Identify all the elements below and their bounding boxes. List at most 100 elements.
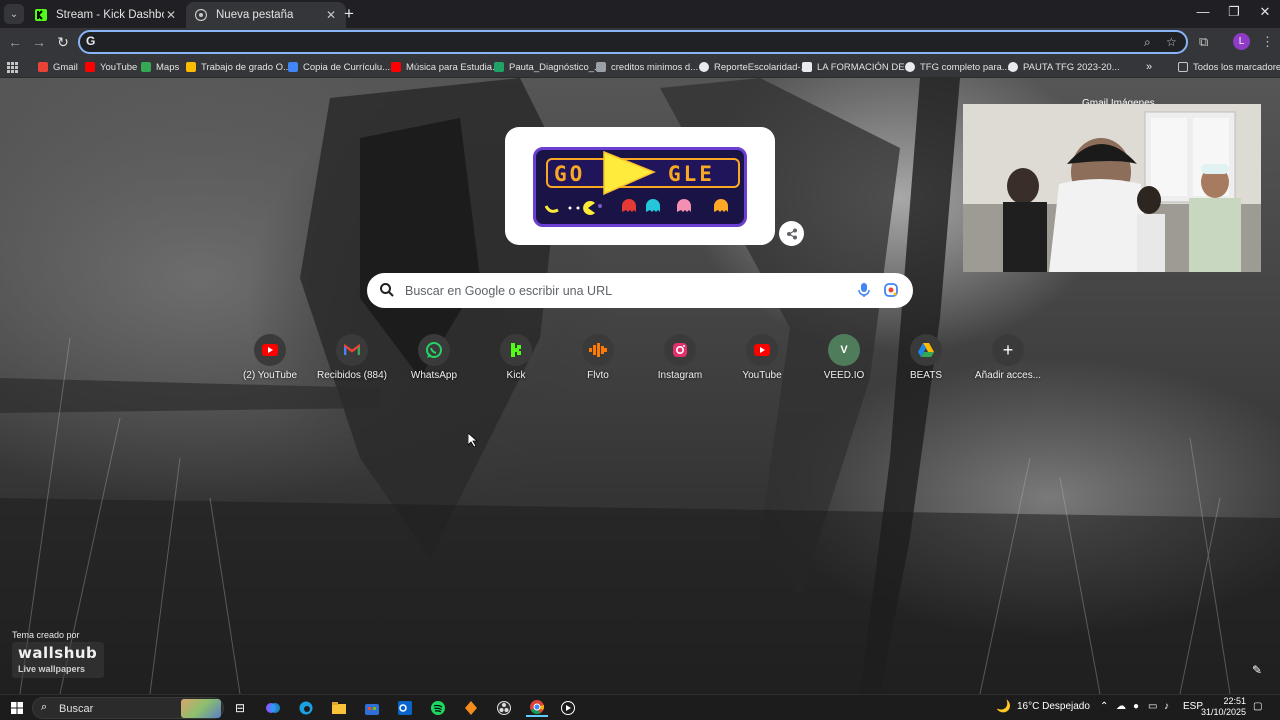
tab-title: Nueva pestaña (216, 9, 294, 21)
windows-taskbar: ⌕ Buscar ⊟ 🌙 16°C Despejado ⌃ ☁ ● ▭ ♪ ES… (0, 694, 1280, 720)
menu-icon[interactable]: ⋮ (1261, 34, 1274, 50)
chevron-up-icon[interactable]: ⌃ (1100, 701, 1108, 712)
extensions-icon[interactable]: ⧉ (1199, 34, 1208, 50)
copilot-icon[interactable] (262, 699, 284, 717)
youtube-icon (85, 62, 95, 72)
shortcut-kick[interactable]: Kick (476, 332, 556, 396)
kick-icon (500, 334, 532, 366)
youtube-icon (746, 334, 778, 366)
bookmark-pauta[interactable]: Pauta_Diagnóstico_... (494, 59, 602, 75)
shortcut-gmail[interactable]: Recibidos (884) (312, 332, 392, 396)
shortcut-beats[interactable]: BEATS (886, 332, 966, 396)
tab-strip: ⌄ Stream - Kick Dashboard ✕ Nueva pestañ… (0, 0, 1280, 28)
bookmark-gmail[interactable]: Gmail (38, 59, 78, 75)
google-icon: G (86, 34, 96, 48)
cloud-icon[interactable]: ☁ (1116, 701, 1126, 712)
volume-icon[interactable]: ♪ (1164, 701, 1169, 712)
google-doodle[interactable]: GO GLE (505, 127, 775, 245)
add-shortcut-button[interactable]: + Añadir acces... (968, 332, 1048, 396)
tab-new-tab[interactable]: Nueva pestaña ✕ (186, 2, 346, 28)
obs-icon[interactable] (493, 699, 515, 717)
bookmark-creditos[interactable]: creditos minimos d... (596, 59, 698, 75)
bookmark-musica[interactable]: Música para Estudia... (391, 59, 500, 75)
bookmark-curriculum[interactable]: Copia de Currículu... (288, 59, 390, 75)
media-player-icon[interactable] (557, 699, 579, 717)
profile-avatar[interactable]: L (1233, 33, 1250, 50)
close-window-button[interactable]: ✕ (1250, 4, 1280, 20)
fl-studio-icon[interactable] (460, 699, 482, 717)
clock[interactable]: 22:51 31/10/2025 (1200, 696, 1246, 718)
maps-icon (141, 62, 151, 72)
shortcut-instagram[interactable]: Instagram (640, 332, 720, 396)
spotify-icon[interactable] (427, 699, 449, 717)
close-tab-icon[interactable]: ✕ (324, 8, 338, 22)
file-explorer-icon[interactable] (328, 699, 350, 717)
google-lens-icon[interactable] (883, 282, 899, 298)
address-bar[interactable]: G ⌕ ☆ (78, 30, 1188, 54)
bookmark-maps[interactable]: Maps (141, 59, 179, 75)
search-icon (380, 283, 394, 297)
chrome-icon (194, 8, 208, 22)
close-tab-icon[interactable]: ✕ (164, 8, 178, 22)
bookmarks-bar: Gmail YouTube Maps Trabajo de grado O...… (0, 56, 1280, 78)
notifications-icon[interactable]: ▢ (1253, 701, 1262, 712)
microphone-icon[interactable]: ● (1133, 701, 1139, 712)
youtube-icon (254, 334, 286, 366)
chrome-icon[interactable] (526, 699, 548, 717)
gmail-icon (38, 62, 48, 72)
drive-icon (186, 62, 196, 72)
google-search-box[interactable] (367, 273, 913, 308)
address-input[interactable] (106, 34, 1106, 50)
flvto-icon (582, 334, 614, 366)
restore-button[interactable]: ❐ (1219, 4, 1249, 20)
tab-title: Stream - Kick Dashboard (56, 9, 164, 21)
store-icon[interactable] (361, 699, 383, 717)
back-button[interactable]: ← (6, 33, 24, 51)
minimize-button[interactable]: — (1188, 4, 1218, 19)
new-tab-button[interactable]: + (344, 5, 354, 23)
windows-start-icon[interactable] (6, 699, 28, 717)
shortcut-veed[interactable]: V VEED.IO (804, 332, 884, 396)
shortcut-youtube-2[interactable]: (2) YouTube (230, 332, 310, 396)
bookmark-trabajo[interactable]: Trabajo de grado O... (186, 59, 291, 75)
search-highlight-image (181, 699, 221, 718)
forward-button[interactable]: → (30, 33, 48, 51)
zoom-icon[interactable]: ⌕ (1144, 35, 1151, 50)
weather-text[interactable]: 16°C Despejado (1017, 701, 1090, 712)
globe-icon (699, 62, 709, 72)
bookmark-star-icon[interactable]: ☆ (1166, 35, 1177, 49)
moon-weather-icon: 🌙 (996, 699, 1011, 713)
customize-pencil-icon[interactable]: ✎ (1247, 660, 1267, 680)
shortcut-whatsapp[interactable]: WhatsApp (394, 332, 474, 396)
shortcut-flvto[interactable]: Flvto (558, 332, 638, 396)
veed-icon: V (828, 334, 860, 366)
toolbar: ← → ↻ G ⌕ ☆ ⧉ L ⋮ (0, 28, 1280, 56)
bookmark-formacion[interactable]: LA FORMACIÓN DE... (802, 59, 913, 75)
gmail-icon (336, 334, 368, 366)
all-bookmarks-folder[interactable]: Todos los marcadores (1178, 59, 1280, 75)
plus-icon: + (992, 334, 1024, 366)
share-doodle-button[interactable] (779, 221, 804, 246)
mouse-cursor-icon (468, 433, 478, 447)
globe-icon (905, 62, 915, 72)
theme-logo[interactable]: wallshub Live wallpapers (12, 642, 104, 678)
reload-button[interactable]: ↻ (54, 33, 72, 51)
theme-credit: Tema creado por (12, 630, 80, 640)
task-view-icon[interactable]: ⊟ (229, 699, 251, 717)
bookmark-pauta-tfg[interactable]: PAUTA TFG 2023-20... (1008, 59, 1120, 75)
tab-kick-dashboard[interactable]: Stream - Kick Dashboard ✕ (26, 2, 186, 28)
network-icon[interactable]: ▭ (1148, 701, 1157, 712)
bookmark-reporte[interactable]: ReporteEscolaridad-... (699, 59, 809, 75)
tab-search-button[interactable]: ⌄ (4, 4, 24, 24)
outlook-icon[interactable] (394, 699, 416, 717)
pacman-icon (544, 150, 728, 215)
bookmark-youtube[interactable]: YouTube (85, 59, 137, 75)
voice-search-icon[interactable] (857, 282, 871, 298)
bookmark-tfg[interactable]: TFG completo para... (905, 59, 1010, 75)
edge-icon[interactable] (295, 699, 317, 717)
more-bookmarks-chevron-icon[interactable]: » (1146, 59, 1152, 75)
search-input[interactable] (405, 282, 845, 300)
shortcut-youtube[interactable]: YouTube (722, 332, 802, 396)
taskbar-search[interactable]: ⌕ Buscar (32, 697, 224, 719)
apps-grid-icon[interactable] (7, 59, 18, 75)
